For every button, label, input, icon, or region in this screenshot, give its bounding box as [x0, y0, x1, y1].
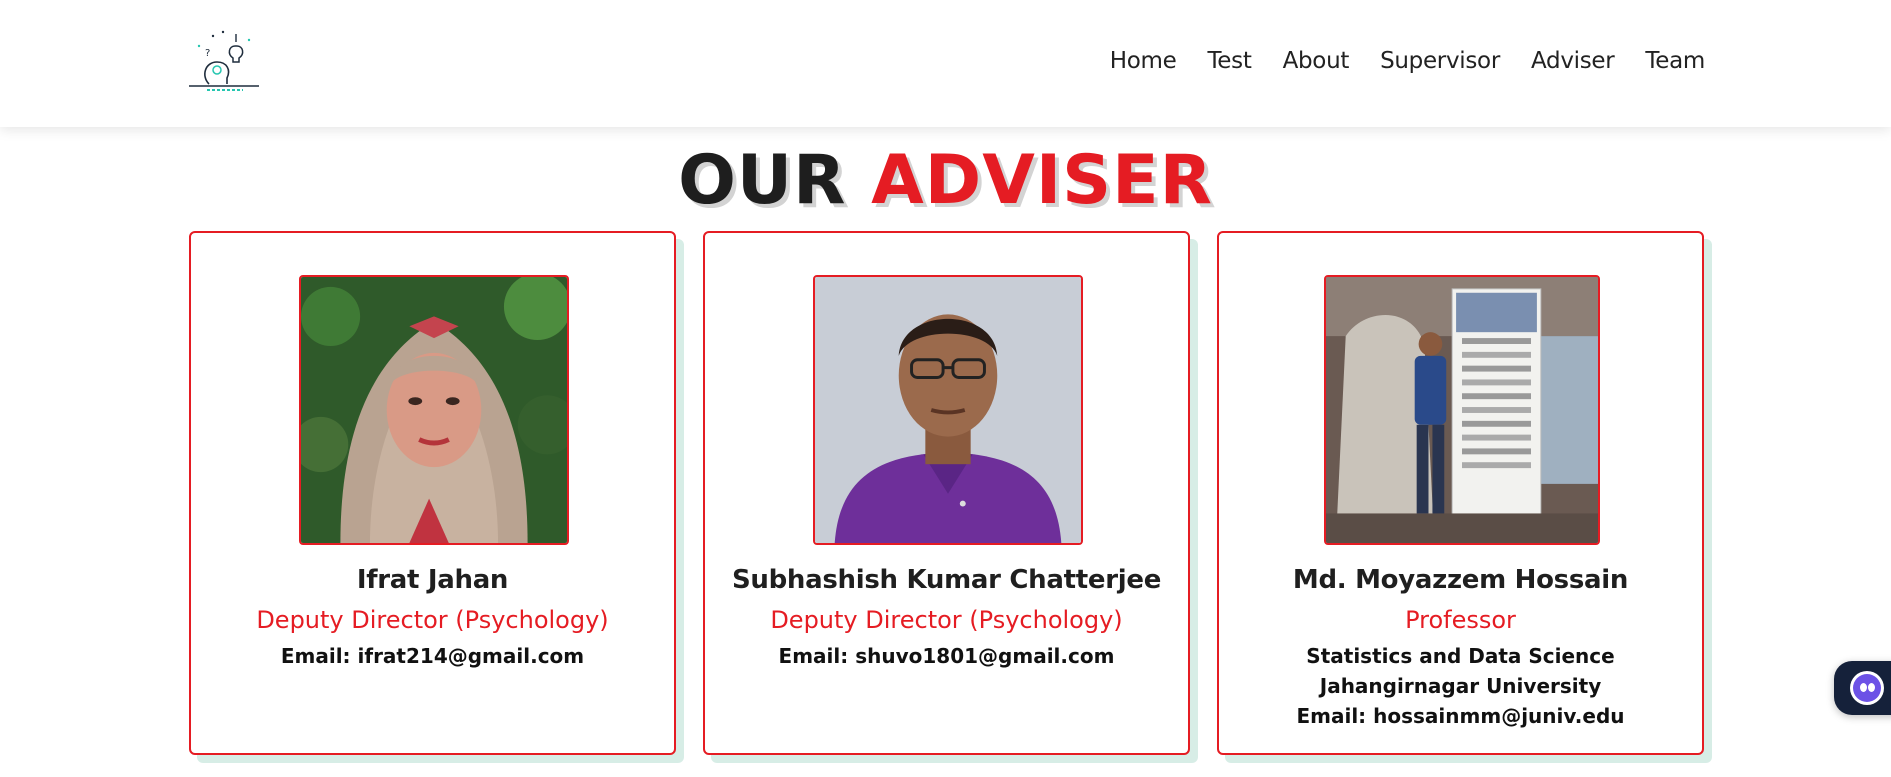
- adviser-role: Deputy Director (Psychology): [256, 606, 609, 634]
- chat-widget-button[interactable]: [1834, 661, 1891, 715]
- adviser-university: Jahangirnagar University: [1319, 674, 1602, 698]
- main-nav: Home Test About Supervisor Adviser Team: [1110, 48, 1706, 74]
- adviser-info: Statistics and Data Science Jahangirnaga…: [1219, 641, 1702, 731]
- svg-text:?: ?: [205, 48, 210, 59]
- adviser-card-ifrat-jahan: Ifrat Jahan Deputy Director (Psychology)…: [189, 231, 676, 755]
- heading-part-our: OUR: [678, 141, 847, 220]
- adviser-info: Email: shuvo1801@gmail.com: [705, 641, 1188, 671]
- adviser-info: Email: ifrat214@gmail.com: [191, 641, 674, 671]
- adviser-department: Statistics and Data Science: [1306, 644, 1615, 668]
- adviser-photo: [813, 275, 1083, 545]
- adviser-role: Professor: [1405, 606, 1516, 634]
- adviser-photo: [1324, 275, 1600, 545]
- nav-home[interactable]: Home: [1110, 48, 1177, 74]
- adviser-card-subhashish-kumar-chatterjee: Subhashish Kumar Chatterjee Deputy Direc…: [703, 231, 1190, 755]
- adviser-card-md-moyazzem-hossain: Md. Moyazzem Hossain Professor Statistic…: [1217, 231, 1704, 755]
- adviser-email: Email: ifrat214@gmail.com: [280, 644, 585, 668]
- adviser-name: Md. Moyazzem Hossain: [1292, 565, 1629, 595]
- top-navbar: ? Home Test About Supervisor Adviser Tea…: [0, 0, 1891, 127]
- nav-about[interactable]: About: [1283, 48, 1350, 74]
- adviser-name: Ifrat Jahan: [356, 565, 509, 595]
- lightbulb-thinker-icon: ?: [189, 30, 259, 91]
- chatbot-icon: [1850, 671, 1884, 705]
- adviser-role: Deputy Director (Psychology): [770, 606, 1123, 634]
- site-logo[interactable]: ?: [187, 26, 261, 96]
- adviser-email: Email: hossainmm@juniv.edu: [1296, 704, 1625, 728]
- adviser-email: Email: shuvo1801@gmail.com: [778, 644, 1115, 668]
- section-heading: OUR ADVISER: [0, 141, 1891, 221]
- nav-test[interactable]: Test: [1207, 48, 1251, 74]
- nav-supervisor[interactable]: Supervisor: [1380, 48, 1500, 74]
- nav-team[interactable]: Team: [1645, 48, 1705, 74]
- adviser-photo: [299, 275, 569, 545]
- heading-part-adviser: ADVISER: [871, 141, 1213, 220]
- nav-adviser[interactable]: Adviser: [1531, 48, 1615, 74]
- adviser-name: Subhashish Kumar Chatterjee: [731, 565, 1162, 595]
